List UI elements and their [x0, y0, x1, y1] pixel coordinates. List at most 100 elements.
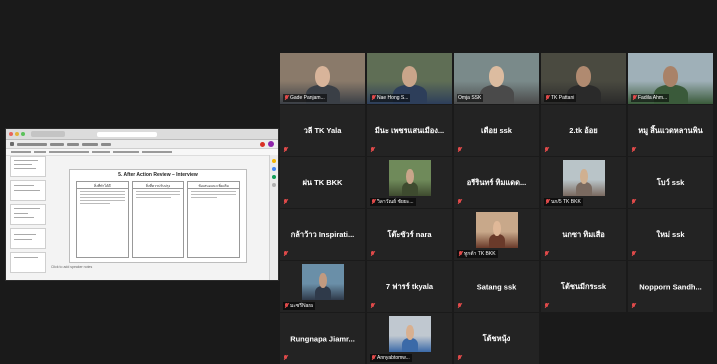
- participant-tile[interactable]: Omja SSK: [454, 53, 539, 104]
- participant-name: ฝน TK BKK: [302, 177, 343, 187]
- participant-tile[interactable]: กล้าว้าว Inspirati...: [280, 209, 365, 260]
- mic-muted-icon: [545, 95, 550, 101]
- mic-muted-icon: [370, 303, 375, 309]
- side-panel-icons: [269, 155, 278, 280]
- tasks-icon[interactable]: [272, 167, 276, 171]
- slide-thumbnail: [10, 180, 46, 201]
- slide-column-header: ข้อเสนอแนะเพิ่มเติม: [188, 182, 240, 189]
- slides-toolbar: [6, 149, 278, 156]
- participant-name-label: Gade Panjam...: [283, 94, 327, 102]
- slide-thumbnail: [10, 204, 46, 225]
- participant-tile[interactable]: ใหม่ ssk: [628, 209, 713, 260]
- participant-tile[interactable]: โต๊ะซัวร์ nara: [367, 209, 452, 260]
- participant-name: กล้าว้าว Inspirati...: [290, 229, 355, 239]
- participant-name-label: วิลาวัณย์ ชัยยะ...: [370, 198, 416, 206]
- mic-muted-icon: [545, 199, 550, 205]
- address-bar: [97, 131, 157, 137]
- participant-name: หมู สิ้นแวดหลานพิน: [638, 125, 703, 135]
- mic-muted-icon: [371, 95, 376, 101]
- add-icon[interactable]: [272, 183, 276, 187]
- slide-column-header: สิ่งที่ทำได้ดี: [77, 182, 128, 189]
- participant-name: ใหม่ ssk: [656, 229, 685, 239]
- mic-muted-icon: [544, 251, 549, 257]
- participant-tile[interactable]: TK Pattani: [541, 53, 626, 104]
- participant-video: [302, 264, 344, 300]
- participant-name: เดือย ssk: [481, 125, 512, 135]
- mic-muted-icon: [283, 147, 288, 153]
- keep-icon[interactable]: [272, 159, 276, 163]
- participant-name: โต้ชนมีกรssk: [560, 281, 607, 291]
- participant-tile[interactable]: วลี TK Yala: [280, 105, 365, 156]
- participant-tile[interactable]: Nae Hong S...: [367, 53, 452, 104]
- slide-column: สิ่งที่ทำได้ดี: [76, 181, 129, 258]
- person-face: [401, 66, 418, 87]
- participant-tile[interactable]: เดือย ssk: [454, 105, 539, 156]
- participant-name-label: ทูกต้า TK BKK: [457, 250, 498, 258]
- mic-muted-icon: [632, 95, 637, 101]
- participant-tile[interactable]: 7 ฟารร์ tkyala: [367, 261, 452, 312]
- participant-name: TK Pattani: [551, 95, 575, 101]
- participant-tile[interactable]: โบว์ ssk: [628, 157, 713, 208]
- person-face: [314, 66, 331, 87]
- participant-name: มีนะ เพชรแสนเมือง...: [374, 125, 445, 135]
- participant-name-label: Nae Hong S...: [370, 94, 411, 102]
- participant-tile[interactable]: นกซา ทิมเสือ: [541, 209, 626, 260]
- participant-tile[interactable]: โต้ชนมีกรssk: [541, 261, 626, 312]
- mic-muted-icon: [283, 199, 288, 205]
- participant-tile[interactable]: ทูกต้า TK BKK: [454, 209, 539, 260]
- person-face: [662, 66, 679, 87]
- slide-column-header: สิ่งที่ควรปรับปรุง: [132, 182, 184, 189]
- participant-tile[interactable]: มีนะ เพชรแสนเมือง...: [367, 105, 452, 156]
- mic-muted-icon: [458, 251, 463, 257]
- participant-tile[interactable]: Nopporn Sandh...: [628, 261, 713, 312]
- participant-video: [563, 160, 605, 196]
- mic-muted-icon: [544, 303, 549, 309]
- person-silhouette: [314, 286, 332, 300]
- participant-name-label: มะซรีNara: [283, 302, 315, 310]
- mic-muted-icon: [371, 199, 376, 205]
- mic-muted-icon: [631, 303, 636, 309]
- person-silhouette: [575, 182, 593, 196]
- participant-name: ทูกต้า TK BKK: [464, 251, 496, 257]
- slide-thumbnail: [10, 252, 46, 273]
- participant-name: 7 ฟารร์ tkyala: [385, 281, 434, 291]
- record-icon: [260, 141, 265, 147]
- person-face: [580, 169, 588, 184]
- person-face: [488, 66, 505, 87]
- contacts-icon[interactable]: [272, 175, 276, 179]
- participant-name: โบว์ ssk: [656, 177, 685, 187]
- participant-tile[interactable]: มะซรีNara: [280, 261, 365, 312]
- person-face: [406, 169, 414, 184]
- slide-thumbnail: [10, 228, 46, 249]
- browser-tab: [31, 131, 65, 137]
- participant-tile[interactable]: วิลาวัณย์ ชัยยะ...: [367, 157, 452, 208]
- participant-tile[interactable]: ฝน TK BKK: [280, 157, 365, 208]
- person-silhouette: [401, 338, 419, 352]
- mic-muted-icon: [457, 199, 462, 205]
- participant-name: 2.tk อ้อย: [569, 125, 598, 135]
- participant-tile[interactable]: อรีรินทร์ ทิมแดด...: [454, 157, 539, 208]
- slide-column: ข้อเสนอแนะเพิ่มเติม: [187, 181, 241, 258]
- mic-muted-icon: [370, 251, 375, 257]
- participant-name: Nopporn Sandh...: [639, 282, 702, 291]
- participant-tile[interactable]: Annyabtomw...: [367, 313, 452, 364]
- participant-name: นก/5 TK BKK: [551, 199, 581, 205]
- participant-tile[interactable]: หมู สิ้นแวดหลานพิน: [628, 105, 713, 156]
- shared-screen[interactable]: 5. After Action Review – Interview สิ่งท…: [5, 128, 279, 281]
- participant-tile[interactable]: นก/5 TK BKK: [541, 157, 626, 208]
- slide-thumbnail: [10, 156, 46, 177]
- person-silhouette: [479, 84, 514, 104]
- participant-tile[interactable]: Fadila Ahm...: [628, 53, 713, 104]
- participant-tile[interactable]: 2.tk อ้อย: [541, 105, 626, 156]
- participant-name: Nae Hong S...: [377, 95, 409, 101]
- participant-video: [476, 212, 518, 248]
- participant-name: อรีรินทร์ ทิมแดด...: [466, 177, 527, 187]
- participant-tile[interactable]: Satang ssk: [454, 261, 539, 312]
- mic-muted-icon: [544, 147, 549, 153]
- participant-video: [389, 160, 431, 196]
- speaker-notes[interactable]: Click to add speaker notes: [51, 265, 111, 269]
- participant-tile[interactable]: Gade Panjam...: [280, 53, 365, 104]
- participant-tile[interactable]: Rungnapa Jiamr...: [280, 313, 365, 364]
- participant-tile[interactable]: โต้ชหนุ้ง: [454, 313, 539, 364]
- participant-name-label: Omja SSK: [457, 94, 484, 102]
